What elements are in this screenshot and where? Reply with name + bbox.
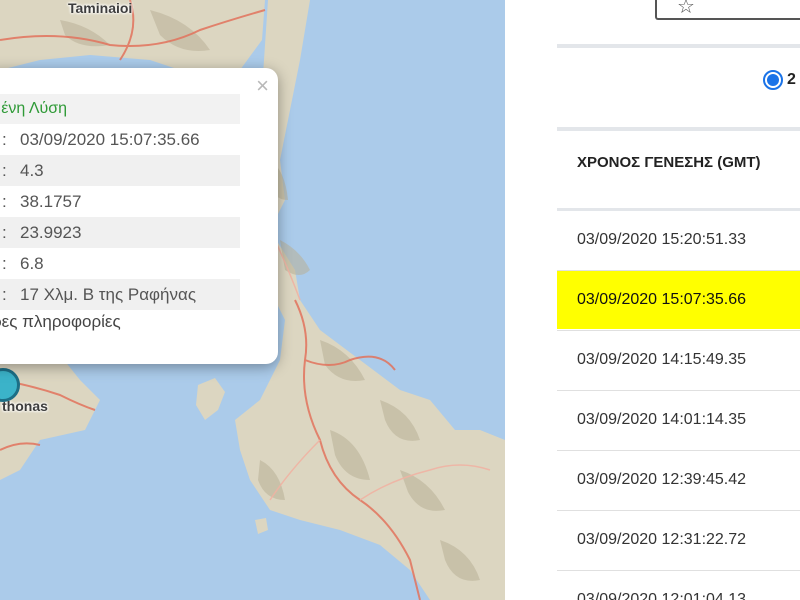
favorite-button[interactable]: ☆ — [655, 0, 800, 20]
table-cell-time: 03/09/2020 15:20:51.33 — [577, 231, 747, 248]
close-icon[interactable]: × — [256, 75, 269, 97]
divider — [557, 127, 800, 131]
map-label-taminaioi: Taminaioi — [68, 0, 133, 16]
table-row[interactable]: 03/09/2020 14:15:49.35 — [557, 331, 800, 389]
popup-value: 6.8 — [20, 254, 44, 273]
events-panel: ☆ 2 ΧΡΟΝΟΣ ΓΕΝΕΣΗΣ (GMT) 03/09/2020 15:2… — [505, 0, 800, 600]
radio-option[interactable]: 2 — [763, 70, 796, 90]
popup-heading: μένη Λύση — [0, 94, 240, 124]
column-header-origin-time[interactable]: ΧΡΟΝΟΣ ΓΕΝΕΣΗΣ (GMT) — [577, 154, 797, 171]
radio-button[interactable] — [763, 70, 783, 90]
table-cell-time: 03/09/2020 14:15:49.35 — [577, 351, 747, 368]
popup-value: 23.9923 — [20, 223, 82, 242]
divider — [557, 44, 800, 48]
more-info-link[interactable]: ρες πληροφορίες — [0, 312, 121, 332]
table-cell-time: 03/09/2020 15:07:35.66 — [577, 291, 747, 308]
popup-value: 17 Χλμ. Β της Ραφήνας — [20, 285, 197, 304]
earthquake-popup: × μένη Λύση :03/09/2020 15:07:35.66 :4.3… — [0, 68, 278, 364]
table-row[interactable]: 03/09/2020 14:01:14.35 — [557, 391, 800, 449]
map-view[interactable]: Taminaioi thonas × μένη Λύση :03/09/2020… — [0, 0, 505, 600]
popup-row-location: :17 Χλμ. Β της Ραφήνας — [0, 279, 240, 310]
popup-value: 38.1757 — [20, 192, 82, 211]
radio-label: 2 — [787, 71, 796, 88]
popup-row-time: :03/09/2020 15:07:35.66 — [2, 130, 200, 149]
table-cell-time: 03/09/2020 14:01:14.35 — [577, 411, 747, 428]
table-row[interactable]: 03/09/2020 12:31:22.72 — [557, 511, 800, 569]
table-row[interactable]: 03/09/2020 12:01:04.13 — [557, 571, 800, 600]
popup-value: 4.3 — [20, 161, 44, 180]
popup-row-longitude: :23.9923 — [0, 217, 240, 248]
popup-row-latitude: :38.1757 — [2, 192, 82, 211]
table-cell-time: 03/09/2020 12:39:45.42 — [577, 471, 747, 488]
star-icon: ☆ — [677, 0, 695, 18]
table-row-highlighted[interactable]: 03/09/2020 15:07:35.66 — [557, 271, 800, 329]
table-row[interactable]: 03/09/2020 12:39:45.42 — [557, 451, 800, 509]
table-row[interactable]: 03/09/2020 15:20:51.33 — [557, 211, 800, 269]
popup-row-magnitude: :4.3 — [0, 155, 240, 186]
popup-row-depth: :6.8 — [2, 254, 44, 273]
popup-value: 03/09/2020 15:07:35.66 — [20, 130, 200, 149]
table-cell-time: 03/09/2020 12:31:22.72 — [577, 531, 747, 548]
table-cell-time: 03/09/2020 12:01:04.13 — [577, 591, 747, 600]
